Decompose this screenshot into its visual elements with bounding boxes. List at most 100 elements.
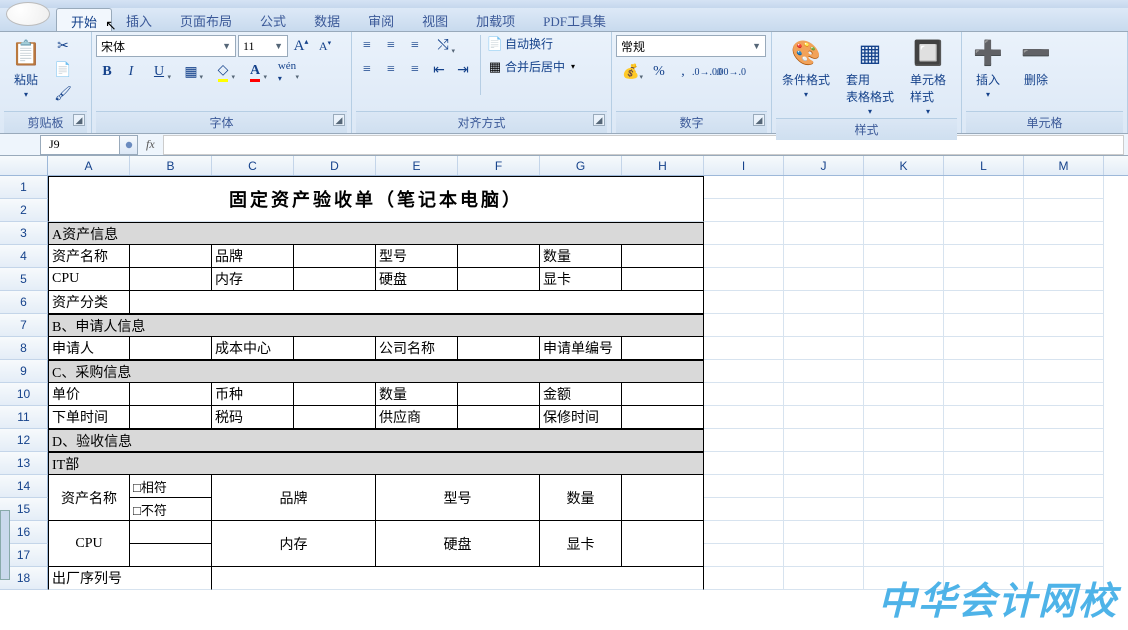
empty-cell[interactable] bbox=[1024, 199, 1104, 222]
name-box[interactable]: J9 bbox=[40, 135, 120, 155]
empty-cell[interactable] bbox=[944, 383, 1024, 406]
field-cell[interactable]: 币种 bbox=[212, 383, 294, 406]
tab-data[interactable]: 数据 bbox=[300, 8, 354, 31]
col-header-L[interactable]: L bbox=[944, 156, 1024, 175]
copy-button[interactable]: 📄 bbox=[52, 59, 74, 81]
name-box-arrow[interactable] bbox=[120, 135, 138, 155]
empty-cell[interactable] bbox=[1024, 176, 1104, 199]
empty-cell[interactable] bbox=[1024, 222, 1104, 245]
empty-cell[interactable] bbox=[704, 475, 784, 498]
field-cell[interactable]: 成本中心 bbox=[212, 337, 294, 360]
empty-cell[interactable] bbox=[784, 406, 864, 429]
tab-home[interactable]: 开始 bbox=[56, 8, 112, 31]
empty-cell[interactable] bbox=[864, 452, 944, 475]
check-match[interactable]: □相符 bbox=[130, 475, 212, 498]
section-purchase[interactable]: C、采购信息 bbox=[48, 360, 704, 383]
field-cell[interactable] bbox=[622, 383, 704, 406]
border-button[interactable]: ▦ bbox=[176, 61, 206, 83]
section-asset-info[interactable]: A资产信息 bbox=[48, 222, 704, 245]
field-cell[interactable]: 供应商 bbox=[376, 406, 458, 429]
field-cell[interactable]: 金额 bbox=[540, 383, 622, 406]
field-cell[interactable]: 硬盘 bbox=[376, 268, 458, 291]
col-header-J[interactable]: J bbox=[784, 156, 864, 175]
empty-cell[interactable] bbox=[944, 475, 1024, 498]
empty-cell[interactable] bbox=[784, 521, 864, 544]
empty-cell[interactable] bbox=[864, 544, 944, 567]
row-header-3[interactable]: 3 bbox=[0, 222, 48, 245]
tab-layout[interactable]: 页面布局 bbox=[166, 8, 246, 31]
empty-cell[interactable] bbox=[864, 521, 944, 544]
vertical-scrollbar[interactable] bbox=[0, 510, 10, 580]
currency-button[interactable]: 💰 bbox=[616, 61, 646, 83]
row-header-9[interactable]: 9 bbox=[0, 360, 48, 383]
align-launcher[interactable]: ◢ bbox=[593, 114, 605, 126]
empty-cell[interactable] bbox=[784, 475, 864, 498]
col-header-K[interactable]: K bbox=[864, 156, 944, 175]
empty-cell[interactable] bbox=[944, 452, 1024, 475]
col-header-D[interactable]: D bbox=[294, 156, 376, 175]
row-header-12[interactable]: 12 bbox=[0, 429, 48, 452]
field-cell[interactable] bbox=[294, 245, 376, 268]
field-cell[interactable]: 单价 bbox=[48, 383, 130, 406]
empty-cell[interactable] bbox=[864, 268, 944, 291]
font-color-button[interactable]: A bbox=[240, 61, 270, 83]
align-left-button[interactable]: ≡ bbox=[356, 59, 378, 81]
col-header-I[interactable]: I bbox=[704, 156, 784, 175]
empty-cell[interactable] bbox=[704, 383, 784, 406]
row-header-5[interactable]: 5 bbox=[0, 268, 48, 291]
empty-cell[interactable] bbox=[704, 360, 784, 383]
field-cell[interactable] bbox=[294, 406, 376, 429]
empty-cell[interactable] bbox=[704, 222, 784, 245]
font-launcher[interactable]: ◢ bbox=[333, 114, 345, 126]
tab-pdf[interactable]: PDF工具集 bbox=[529, 8, 620, 31]
clipboard-launcher[interactable]: ◢ bbox=[73, 114, 85, 126]
empty-cell[interactable] bbox=[944, 314, 1024, 337]
field-cell[interactable]: 下单时间 bbox=[48, 406, 130, 429]
row-header-8[interactable]: 8 bbox=[0, 337, 48, 360]
empty-cell[interactable] bbox=[704, 452, 784, 475]
row-header-2[interactable]: 2 bbox=[0, 199, 48, 222]
row-header-14[interactable]: 14 bbox=[0, 475, 48, 498]
empty-cell[interactable] bbox=[1024, 452, 1104, 475]
empty-cell[interactable] bbox=[944, 199, 1024, 222]
orientation-button[interactable]: ⤭ bbox=[428, 35, 458, 57]
empty-cell[interactable] bbox=[704, 199, 784, 222]
empty-cell[interactable] bbox=[864, 383, 944, 406]
field-cell[interactable]: 显卡 bbox=[540, 268, 622, 291]
empty-cell[interactable] bbox=[784, 222, 864, 245]
field-cell[interactable] bbox=[294, 337, 376, 360]
field-cell[interactable] bbox=[458, 245, 540, 268]
empty-cell[interactable] bbox=[864, 176, 944, 199]
align-bottom-button[interactable]: ≡ bbox=[404, 35, 426, 57]
field-cell[interactable] bbox=[458, 383, 540, 406]
empty-cell[interactable] bbox=[784, 176, 864, 199]
empty-cell[interactable] bbox=[944, 222, 1024, 245]
row-header-13[interactable]: 13 bbox=[0, 452, 48, 475]
row-header-10[interactable]: 10 bbox=[0, 383, 48, 406]
decrease-font-button[interactable]: A▾ bbox=[314, 35, 336, 57]
row-header-4[interactable]: 4 bbox=[0, 245, 48, 268]
empty-cell[interactable] bbox=[1024, 268, 1104, 291]
empty-cell[interactable] bbox=[864, 429, 944, 452]
row-header-7[interactable]: 7 bbox=[0, 314, 48, 337]
empty-cell[interactable] bbox=[864, 314, 944, 337]
section-applicant[interactable]: B、申请人信息 bbox=[48, 314, 704, 337]
number-launcher[interactable]: ◢ bbox=[753, 114, 765, 126]
tab-view[interactable]: 视图 bbox=[408, 8, 462, 31]
delete-cells-button[interactable]: ➖删除 bbox=[1014, 35, 1058, 90]
align-middle-button[interactable]: ≡ bbox=[380, 35, 402, 57]
cpu-check2[interactable] bbox=[130, 544, 212, 567]
empty-cell[interactable] bbox=[1024, 245, 1104, 268]
empty-cell[interactable] bbox=[1024, 383, 1104, 406]
empty-cell[interactable] bbox=[1024, 475, 1104, 498]
field-cell[interactable]: 申请单编号 bbox=[540, 337, 622, 360]
field-cell[interactable]: 型号 bbox=[376, 245, 458, 268]
field-cell[interactable]: 数量 bbox=[376, 383, 458, 406]
col-header-H[interactable]: H bbox=[622, 156, 704, 175]
col-header-E[interactable]: E bbox=[376, 156, 458, 175]
empty-cell[interactable] bbox=[864, 222, 944, 245]
empty-cell[interactable] bbox=[864, 406, 944, 429]
field-cell[interactable] bbox=[294, 268, 376, 291]
empty-cell[interactable] bbox=[864, 337, 944, 360]
empty-cell[interactable] bbox=[784, 291, 864, 314]
